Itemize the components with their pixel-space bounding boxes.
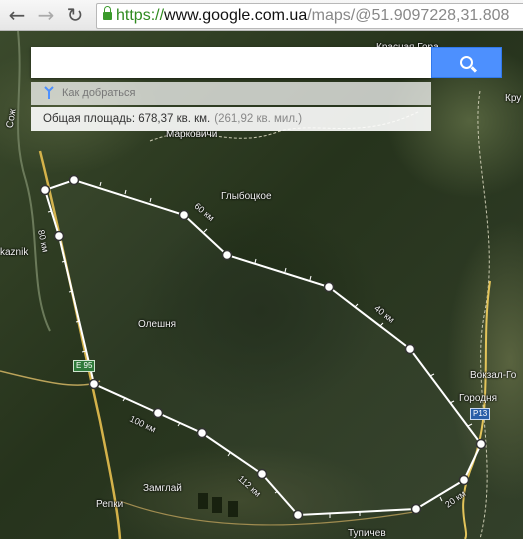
search-box[interactable] [31,47,431,78]
place-label: Тупичев [348,528,386,539]
place-label: Олешня [138,319,177,330]
place-label: Глыбоцкое [221,191,272,202]
vertex-handle[interactable] [221,249,233,261]
directions-link[interactable]: Как добраться [31,82,431,105]
field-patch [198,493,208,509]
place-label: Репки [96,499,124,510]
browser-toolbar: ← → ↻ https://www.google.com.ua/maps/@51… [0,0,523,31]
search-button[interactable] [431,47,502,78]
vertex-handle[interactable] [53,230,65,242]
directions-icon [44,86,54,99]
area-info: Общая площадь: 678,37 кв. км. (261,92 кв.… [31,107,431,131]
vertex-handle[interactable] [475,438,487,450]
search-icon [460,56,473,69]
area-metric: Общая площадь: 678,37 кв. км. [43,113,211,125]
place-label: Городня [459,393,497,404]
area-imperial: (261,92 кв. мил.) [214,113,303,125]
vertex-handle[interactable] [178,209,190,221]
vertex-handle[interactable] [152,407,164,419]
back-arrow-icon[interactable]: ← [6,4,28,26]
url-scheme: https:// [116,7,165,24]
search-input[interactable] [39,47,423,78]
place-label: Кру [505,93,522,104]
vertex-handle[interactable] [458,474,470,486]
address-bar[interactable]: https://www.google.com.ua/maps/@51.90972… [96,3,523,29]
vertex-handle[interactable] [410,503,422,515]
url-path: /maps/@51.9097228,31.808 [307,7,510,24]
road-west [0,370,101,386]
lock-icon [103,6,112,20]
vertex-handle[interactable] [256,468,268,480]
directions-label: Как добраться [62,87,136,99]
place-label: kaznik [0,247,29,258]
road-badge-p13: P13 [470,408,491,420]
vertex-handle[interactable] [88,378,100,390]
url-host: www.google.com.ua [164,7,308,24]
field-patch [228,501,238,517]
forward-arrow-icon[interactable]: → [35,4,57,26]
reload-icon[interactable]: ↻ [64,4,86,26]
vertex-handle[interactable] [196,427,208,439]
vertex-handle[interactable] [323,281,335,293]
vertex-handle[interactable] [404,343,416,355]
vertex-handle[interactable] [39,184,51,196]
vertex-handle[interactable] [292,509,304,521]
road-badge-e95: E 95 [73,360,96,372]
vertex-handle[interactable] [68,174,80,186]
field-patch [212,497,222,513]
place-label: Замглай [143,483,182,494]
place-label: Вокзал-Го [470,370,517,381]
area-polygon[interactable] [43,178,483,517]
